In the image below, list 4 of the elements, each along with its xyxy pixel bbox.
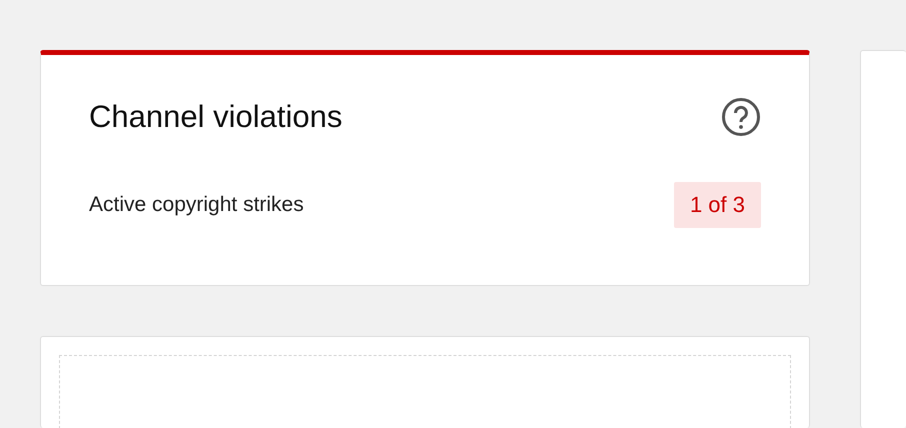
card-title: Channel violations (89, 99, 342, 135)
strike-count-badge: 1 of 3 (674, 182, 761, 228)
row-label: Active copyright strikes (89, 193, 304, 217)
help-icon[interactable] (721, 97, 761, 137)
